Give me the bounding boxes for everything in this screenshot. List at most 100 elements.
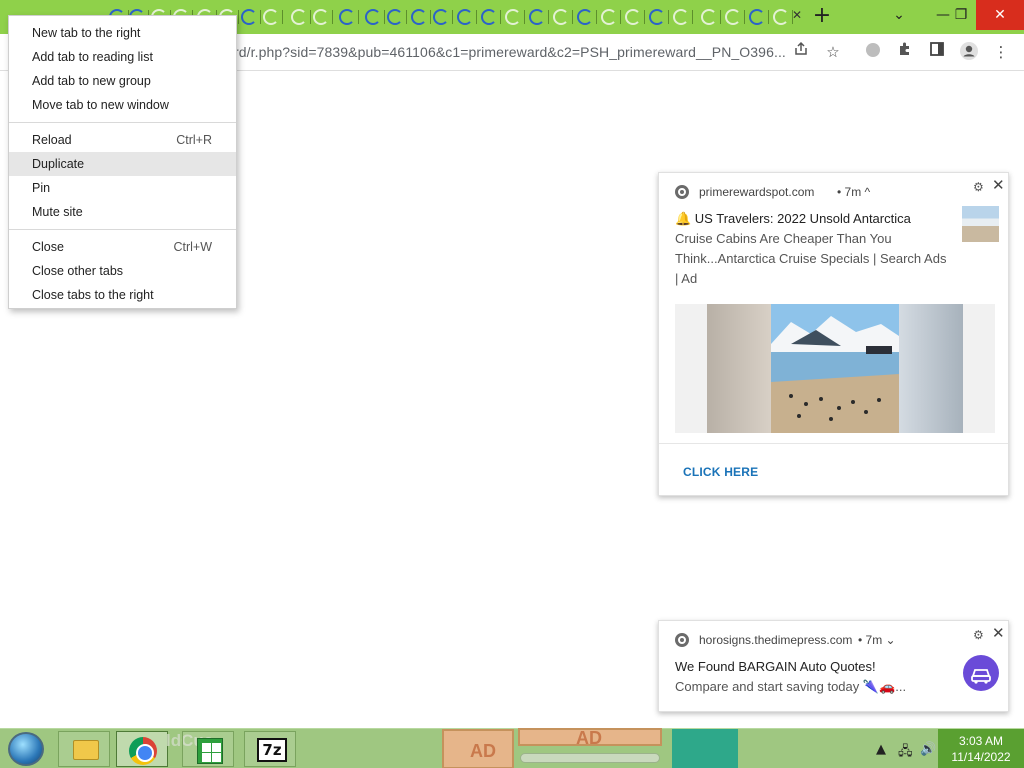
- browser-tab[interactable]: [600, 7, 621, 27]
- menu-item-duplicate[interactable]: Duplicate: [9, 152, 236, 176]
- browser-tab[interactable]: [480, 7, 501, 27]
- tab-context-menu: New tab to the right Add tab to reading …: [8, 15, 237, 309]
- taskbar-ad-block[interactable]: AD: [442, 729, 514, 768]
- menu-item-pin[interactable]: Pin: [9, 176, 236, 200]
- chrome-taskbar-button[interactable]: [116, 731, 168, 767]
- extension-puzzle-icon[interactable]: [894, 41, 916, 63]
- notification-time[interactable]: • 7m ^: [837, 185, 870, 199]
- menu-divider: [9, 122, 236, 123]
- tab-favicon-icon: [749, 9, 765, 25]
- chrome-icon: [675, 185, 689, 199]
- tab-separator: [596, 10, 597, 24]
- volume-icon[interactable]: 🔊: [920, 742, 936, 757]
- tab-favicon-icon: [387, 9, 403, 25]
- profile-icon[interactable]: [958, 41, 980, 63]
- 7zip-button[interactable]: 7z: [244, 731, 296, 767]
- tab-favicon-icon: [701, 9, 717, 25]
- notification-title: 🔔 US Travelers: 2022 Unsold Antarctica: [675, 211, 911, 226]
- extension-icon[interactable]: [862, 41, 884, 63]
- browser-tab[interactable]: [364, 7, 385, 27]
- tab-favicon-icon: [553, 9, 569, 25]
- browser-tab[interactable]: [290, 7, 311, 27]
- browser-tab[interactable]: [724, 7, 745, 27]
- menu-item-close[interactable]: Close Ctrl+W: [9, 235, 236, 259]
- tab-separator: [332, 10, 333, 24]
- taskbar-teal-block: [672, 729, 738, 768]
- browser-tab[interactable]: [410, 7, 431, 27]
- system-clock[interactable]: 3:03 AM 11/14/2022: [938, 729, 1024, 768]
- tab-close-icon[interactable]: ✕: [792, 8, 802, 22]
- clock-time: 3:03 AM: [958, 734, 1004, 748]
- browser-tab[interactable]: [240, 7, 261, 27]
- menu-item-add-to-reading-list[interactable]: Add tab to reading list: [9, 45, 236, 69]
- browser-tab[interactable]: [672, 7, 693, 27]
- tab-favicon-icon: [241, 9, 257, 25]
- tab-favicon-icon: [625, 9, 641, 25]
- tab-separator: [744, 10, 745, 24]
- network-icon[interactable]: 🖧: [898, 742, 913, 764]
- notification-card[interactable]: primerewardspot.com • 7m ^ ⚙ ✕ 🔔 US Trav…: [658, 172, 1009, 496]
- tab-separator: [238, 10, 239, 24]
- tab-favicon-icon: [365, 9, 381, 25]
- browser-tab[interactable]: [456, 7, 477, 27]
- menu-item-reload[interactable]: Reload Ctrl+R: [9, 128, 236, 152]
- new-tab-button[interactable]: +: [810, 4, 834, 28]
- menu-dots-icon[interactable]: ⋮: [990, 41, 1012, 63]
- windows-taskbar: ldCue 7z AD AD ▲ 🖧 🔊 3:03 AM 11/14/2022: [0, 728, 1024, 768]
- menu-item-add-to-new-group[interactable]: Add tab to new group: [9, 69, 236, 93]
- ad-label: AD: [470, 741, 496, 761]
- tab-favicon-icon: [339, 9, 355, 25]
- restore-button[interactable]: ❐: [944, 0, 978, 30]
- menu-item-close-other-tabs[interactable]: Close other tabs: [9, 259, 236, 283]
- tab-search-button[interactable]: ⌄: [882, 0, 916, 30]
- store-button[interactable]: [182, 731, 234, 767]
- settings-gear-icon[interactable]: ⚙: [973, 180, 984, 194]
- notification-time[interactable]: • 7m ⌄: [858, 633, 896, 647]
- browser-tab[interactable]: [576, 7, 597, 27]
- tab-separator: [720, 10, 721, 24]
- browser-tab[interactable]: [700, 7, 721, 27]
- share-icon[interactable]: [790, 41, 812, 63]
- notification-card[interactable]: horosigns.thedimepress.com • 7m ⌄ ⚙ ✕ We…: [658, 620, 1009, 712]
- browser-tab[interactable]: [748, 7, 769, 27]
- taskbar-ad-block[interactable]: AD: [518, 728, 662, 748]
- taskbar-ad-bar: [520, 753, 660, 763]
- tab-separator: [260, 10, 261, 24]
- star-icon[interactable]: ☆: [822, 41, 844, 63]
- address-bar[interactable]: rd/r.php?sid=7839&pub=461106&c1=primerew…: [234, 44, 786, 60]
- browser-tab[interactable]: [432, 7, 453, 27]
- browser-tab[interactable]: [504, 7, 525, 27]
- close-icon[interactable]: ✕: [992, 176, 1005, 194]
- browser-tab[interactable]: [552, 7, 573, 27]
- tab-favicon-icon: [577, 9, 593, 25]
- menu-item-new-tab-right[interactable]: New tab to the right: [9, 21, 236, 45]
- tab-separator: [358, 10, 359, 24]
- side-panel-icon[interactable]: [926, 41, 948, 63]
- show-hidden-icons-icon[interactable]: ▲: [876, 742, 886, 757]
- browser-tab[interactable]: [648, 7, 669, 27]
- menu-item-mute-site[interactable]: Mute site: [9, 200, 236, 224]
- tab-favicon-icon: [529, 9, 545, 25]
- tab-separator: [524, 10, 525, 24]
- click-here-button[interactable]: CLICK HERE: [683, 465, 758, 479]
- tab-separator: [548, 10, 549, 24]
- close-icon[interactable]: ✕: [992, 624, 1005, 642]
- browser-tab[interactable]: [386, 7, 407, 27]
- settings-gear-icon[interactable]: ⚙: [973, 628, 984, 642]
- tab-separator: [384, 10, 385, 24]
- browser-tab[interactable]: [338, 7, 359, 27]
- browser-tab[interactable]: [528, 7, 549, 27]
- notification-body: Cruise Cabins Are Cheaper Than You Think…: [675, 231, 947, 286]
- chrome-icon: [675, 633, 689, 647]
- tab-separator: [282, 10, 283, 24]
- file-explorer-button[interactable]: [58, 731, 110, 767]
- browser-tab[interactable]: [624, 7, 645, 27]
- store-icon: [197, 738, 223, 764]
- menu-item-close-tabs-right[interactable]: Close tabs to the right: [9, 283, 236, 307]
- close-window-button[interactable]: ✕: [976, 0, 1024, 30]
- browser-tab[interactable]: [772, 7, 793, 27]
- browser-tab[interactable]: [312, 7, 333, 27]
- browser-tab[interactable]: [262, 7, 283, 27]
- menu-item-move-to-new-window[interactable]: Move tab to new window: [9, 93, 236, 117]
- start-button[interactable]: [8, 732, 44, 766]
